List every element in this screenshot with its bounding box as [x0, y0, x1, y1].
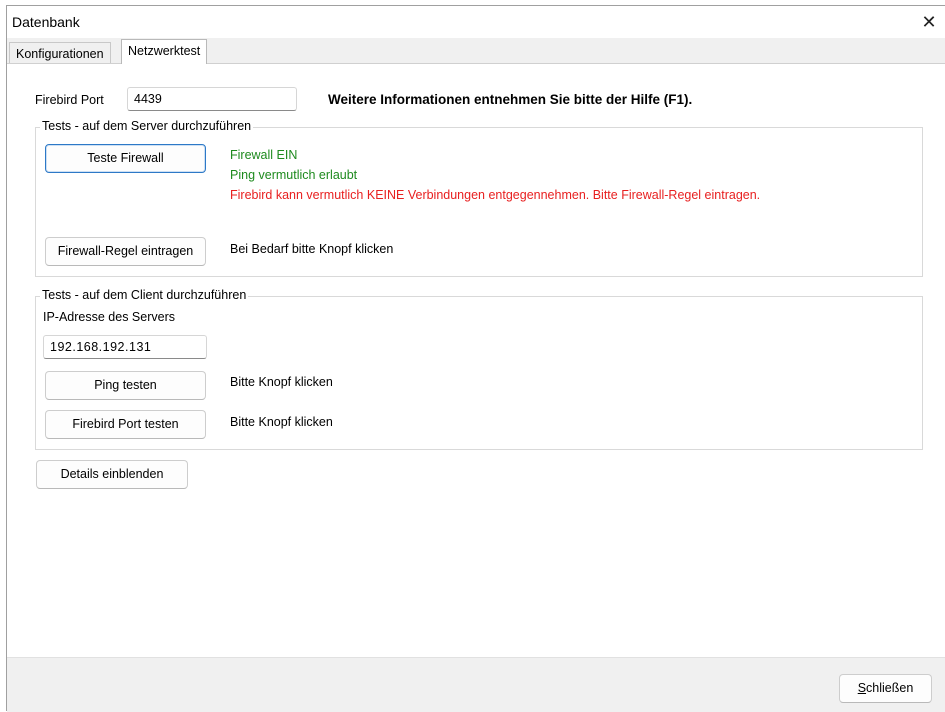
show-details-button[interactable]: Details einblenden: [36, 460, 188, 489]
firebird-port-input[interactable]: [127, 87, 297, 111]
tab-panel-netzwerktest: Firebird Port Weitere Informationen entn…: [7, 63, 945, 657]
firebird-port-test-button[interactable]: Firebird Port testen: [45, 410, 206, 439]
ip-address-input[interactable]: [43, 335, 207, 359]
test-firewall-button[interactable]: Teste Firewall: [45, 144, 206, 173]
dialog-footer: Schließen: [7, 657, 945, 712]
close-icon[interactable]: ✕: [918, 11, 940, 33]
close-button[interactable]: Schließen: [839, 674, 932, 703]
firebird-connection-status: Firebird kann vermutlich KEINE Verbindun…: [230, 188, 761, 202]
window-title: Datenbank: [12, 14, 80, 30]
tab-strip: Konfigurationen Netzwerktest: [7, 38, 945, 64]
firewall-status: Firewall EIN: [230, 148, 298, 162]
dialog-window: Datenbank ✕ Konfigurationen Netzwerktest…: [6, 5, 945, 712]
ping-test-button[interactable]: Ping testen: [45, 371, 206, 400]
ping-status: Ping vermutlich erlaubt: [230, 168, 358, 182]
add-firewall-rule-button[interactable]: Firewall-Regel eintragen: [45, 237, 206, 266]
help-hint: Weitere Informationen entnehmen Sie bitt…: [328, 92, 693, 107]
server-tests-title: Tests - auf dem Server durchzuführen: [40, 119, 254, 133]
ping-hint: Bitte Knopf klicken: [230, 375, 333, 389]
add-rule-hint: Bei Bedarf bitte Knopf klicken: [230, 242, 394, 256]
tab-konfigurationen[interactable]: Konfigurationen: [9, 42, 111, 64]
ip-address-label: IP-Adresse des Servers: [43, 310, 175, 324]
tab-netzwerktest[interactable]: Netzwerktest: [121, 39, 208, 64]
title-bar: Datenbank ✕: [7, 6, 945, 38]
firebird-port-label: Firebird Port: [35, 93, 104, 107]
port-test-hint: Bitte Knopf klicken: [230, 415, 333, 429]
client-tests-title: Tests - auf dem Client durchzuführen: [40, 288, 249, 302]
